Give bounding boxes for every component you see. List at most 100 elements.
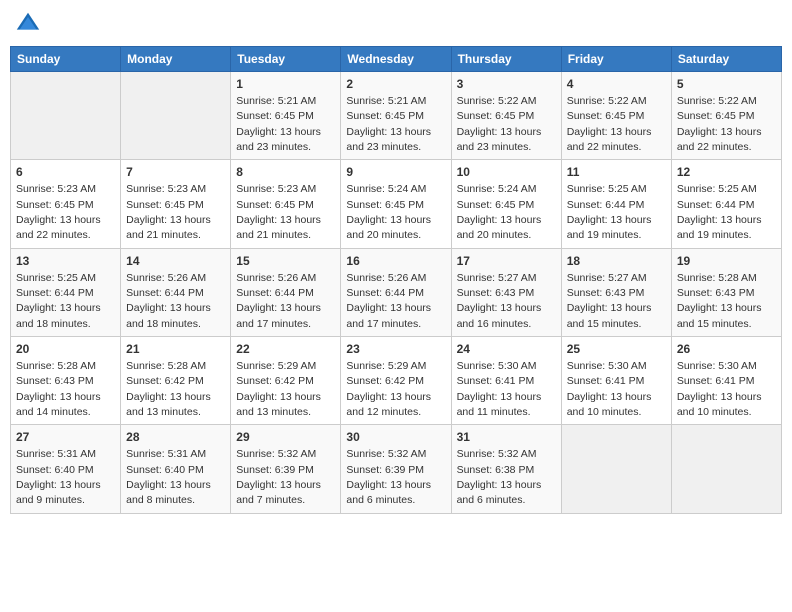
day-number: 4 <box>567 76 666 93</box>
calendar-table: SundayMondayTuesdayWednesdayThursdayFrid… <box>10 46 782 514</box>
day-number: 19 <box>677 253 776 270</box>
day-info: Sunrise: 5:25 AMSunset: 6:44 PMDaylight:… <box>567 183 652 241</box>
weekday-monday: Monday <box>121 47 231 72</box>
day-number: 22 <box>236 341 335 358</box>
calendar-header: SundayMondayTuesdayWednesdayThursdayFrid… <box>11 47 782 72</box>
day-number: 12 <box>677 164 776 181</box>
calendar-cell: 2Sunrise: 5:21 AMSunset: 6:45 PMDaylight… <box>341 72 451 160</box>
day-info: Sunrise: 5:25 AMSunset: 6:44 PMDaylight:… <box>677 183 762 241</box>
day-number: 26 <box>677 341 776 358</box>
day-number: 8 <box>236 164 335 181</box>
calendar-cell: 11Sunrise: 5:25 AMSunset: 6:44 PMDayligh… <box>561 160 671 248</box>
day-info: Sunrise: 5:30 AMSunset: 6:41 PMDaylight:… <box>457 360 542 418</box>
calendar-cell: 24 Sunrise: 5:30 AMSunset: 6:41 PMDayligh… <box>451 337 561 425</box>
day-number: 16 <box>346 253 445 270</box>
calendar-cell: 28 Sunrise: 5:31 AMSunset: 6:40 PMDayligh… <box>121 425 231 513</box>
day-number: 6 <box>16 164 115 181</box>
day-number: 7 <box>126 164 225 181</box>
day-info: Sunrise: 5:28 AMSunset: 6:43 PMDaylight:… <box>16 360 101 418</box>
day-number: 10 <box>457 164 556 181</box>
calendar-cell: 4 Sunrise: 5:22 AMSunset: 6:45 PMDaylight… <box>561 72 671 160</box>
calendar-cell: 30 Sunrise: 5:32 AMSunset: 6:39 PMDayligh… <box>341 425 451 513</box>
day-info: Sunrise: 5:23 AMSunset: 6:45 PMDaylight:… <box>236 183 321 241</box>
page-header <box>10 10 782 38</box>
day-number: 31 <box>457 429 556 446</box>
calendar-week-4: 20 Sunrise: 5:28 AMSunset: 6:43 PMDayligh… <box>11 337 782 425</box>
day-info: Sunrise: 5:21 AMSunset: 6:45 PMDaylight:… <box>236 95 321 153</box>
calendar-cell: 20 Sunrise: 5:28 AMSunset: 6:43 PMDayligh… <box>11 337 121 425</box>
weekday-saturday: Saturday <box>671 47 781 72</box>
day-info: Sunrise: 5:32 AMSunset: 6:38 PMDaylight:… <box>457 448 542 506</box>
day-info: Sunrise: 5:22 AMSunset: 6:45 PMDaylight:… <box>677 95 762 153</box>
day-number: 13 <box>16 253 115 270</box>
calendar-week-5: 27 Sunrise: 5:31 AMSunset: 6:40 PMDayligh… <box>11 425 782 513</box>
calendar-cell <box>11 72 121 160</box>
day-number: 23 <box>346 341 445 358</box>
day-info: Sunrise: 5:28 AMSunset: 6:43 PMDaylight:… <box>677 272 762 330</box>
day-number: 27 <box>16 429 115 446</box>
weekday-sunday: Sunday <box>11 47 121 72</box>
day-info: Sunrise: 5:24 AMSunset: 6:45 PMDaylight:… <box>457 183 542 241</box>
day-number: 30 <box>346 429 445 446</box>
day-info: Sunrise: 5:31 AMSunset: 6:40 PMDaylight:… <box>16 448 101 506</box>
calendar-cell: 13 Sunrise: 5:25 AMSunset: 6:44 PMDayligh… <box>11 248 121 336</box>
day-info: Sunrise: 5:27 AMSunset: 6:43 PMDaylight:… <box>457 272 542 330</box>
calendar-cell: 25Sunrise: 5:30 AMSunset: 6:41 PMDayligh… <box>561 337 671 425</box>
logo <box>14 10 44 38</box>
day-number: 20 <box>16 341 115 358</box>
calendar-cell: 19 Sunrise: 5:28 AMSunset: 6:43 PMDayligh… <box>671 248 781 336</box>
day-info: Sunrise: 5:30 AMSunset: 6:41 PMDaylight:… <box>567 360 652 418</box>
calendar-cell: 1 Sunrise: 5:21 AMSunset: 6:45 PMDaylight… <box>231 72 341 160</box>
day-info: Sunrise: 5:26 AMSunset: 6:44 PMDaylight:… <box>236 272 321 330</box>
calendar-week-1: 1 Sunrise: 5:21 AMSunset: 6:45 PMDaylight… <box>11 72 782 160</box>
calendar-cell: 21 Sunrise: 5:28 AMSunset: 6:42 PMDayligh… <box>121 337 231 425</box>
calendar-cell <box>561 425 671 513</box>
day-number: 24 <box>457 341 556 358</box>
day-info: Sunrise: 5:23 AMSunset: 6:45 PMDaylight:… <box>16 183 101 241</box>
calendar-body: 1 Sunrise: 5:21 AMSunset: 6:45 PMDaylight… <box>11 72 782 514</box>
calendar-cell: 18Sunrise: 5:27 AMSunset: 6:43 PMDayligh… <box>561 248 671 336</box>
calendar-cell: 6 Sunrise: 5:23 AMSunset: 6:45 PMDaylight… <box>11 160 121 248</box>
day-number: 2 <box>346 76 445 93</box>
calendar-cell: 27 Sunrise: 5:31 AMSunset: 6:40 PMDayligh… <box>11 425 121 513</box>
day-info: Sunrise: 5:28 AMSunset: 6:42 PMDaylight:… <box>126 360 211 418</box>
calendar-cell: 14Sunrise: 5:26 AMSunset: 6:44 PMDayligh… <box>121 248 231 336</box>
calendar-cell: 7 Sunrise: 5:23 AMSunset: 6:45 PMDaylight… <box>121 160 231 248</box>
calendar-cell: 12 Sunrise: 5:25 AMSunset: 6:44 PMDayligh… <box>671 160 781 248</box>
calendar-week-3: 13 Sunrise: 5:25 AMSunset: 6:44 PMDayligh… <box>11 248 782 336</box>
calendar-cell: 22 Sunrise: 5:29 AMSunset: 6:42 PMDayligh… <box>231 337 341 425</box>
day-info: Sunrise: 5:31 AMSunset: 6:40 PMDaylight:… <box>126 448 211 506</box>
day-number: 17 <box>457 253 556 270</box>
day-number: 28 <box>126 429 225 446</box>
day-number: 29 <box>236 429 335 446</box>
day-info: Sunrise: 5:22 AMSunset: 6:45 PMDaylight:… <box>567 95 652 153</box>
weekday-friday: Friday <box>561 47 671 72</box>
calendar-cell: 9 Sunrise: 5:24 AMSunset: 6:45 PMDaylight… <box>341 160 451 248</box>
day-info: Sunrise: 5:25 AMSunset: 6:44 PMDaylight:… <box>16 272 101 330</box>
day-number: 1 <box>236 76 335 93</box>
day-number: 14 <box>126 253 225 270</box>
weekday-header-row: SundayMondayTuesdayWednesdayThursdayFrid… <box>11 47 782 72</box>
day-info: Sunrise: 5:24 AMSunset: 6:45 PMDaylight:… <box>346 183 431 241</box>
calendar-cell: 31 Sunrise: 5:32 AMSunset: 6:38 PMDayligh… <box>451 425 561 513</box>
day-info: Sunrise: 5:23 AMSunset: 6:45 PMDaylight:… <box>126 183 211 241</box>
calendar-cell: 8 Sunrise: 5:23 AMSunset: 6:45 PMDaylight… <box>231 160 341 248</box>
day-info: Sunrise: 5:26 AMSunset: 6:44 PMDaylight:… <box>346 272 431 330</box>
day-number: 21 <box>126 341 225 358</box>
day-info: Sunrise: 5:22 AMSunset: 6:45 PMDaylight:… <box>457 95 542 153</box>
weekday-tuesday: Tuesday <box>231 47 341 72</box>
day-number: 9 <box>346 164 445 181</box>
day-info: Sunrise: 5:32 AMSunset: 6:39 PMDaylight:… <box>236 448 321 506</box>
day-number: 18 <box>567 253 666 270</box>
calendar-cell: 29 Sunrise: 5:32 AMSunset: 6:39 PMDayligh… <box>231 425 341 513</box>
calendar-cell <box>121 72 231 160</box>
calendar-cell: 23Sunrise: 5:29 AMSunset: 6:42 PMDayligh… <box>341 337 451 425</box>
calendar-cell: 16 Sunrise: 5:26 AMSunset: 6:44 PMDayligh… <box>341 248 451 336</box>
day-number: 3 <box>457 76 556 93</box>
day-info: Sunrise: 5:29 AMSunset: 6:42 PMDaylight:… <box>236 360 321 418</box>
calendar-week-2: 6 Sunrise: 5:23 AMSunset: 6:45 PMDaylight… <box>11 160 782 248</box>
weekday-wednesday: Wednesday <box>341 47 451 72</box>
day-info: Sunrise: 5:30 AMSunset: 6:41 PMDaylight:… <box>677 360 762 418</box>
day-info: Sunrise: 5:32 AMSunset: 6:39 PMDaylight:… <box>346 448 431 506</box>
day-number: 5 <box>677 76 776 93</box>
